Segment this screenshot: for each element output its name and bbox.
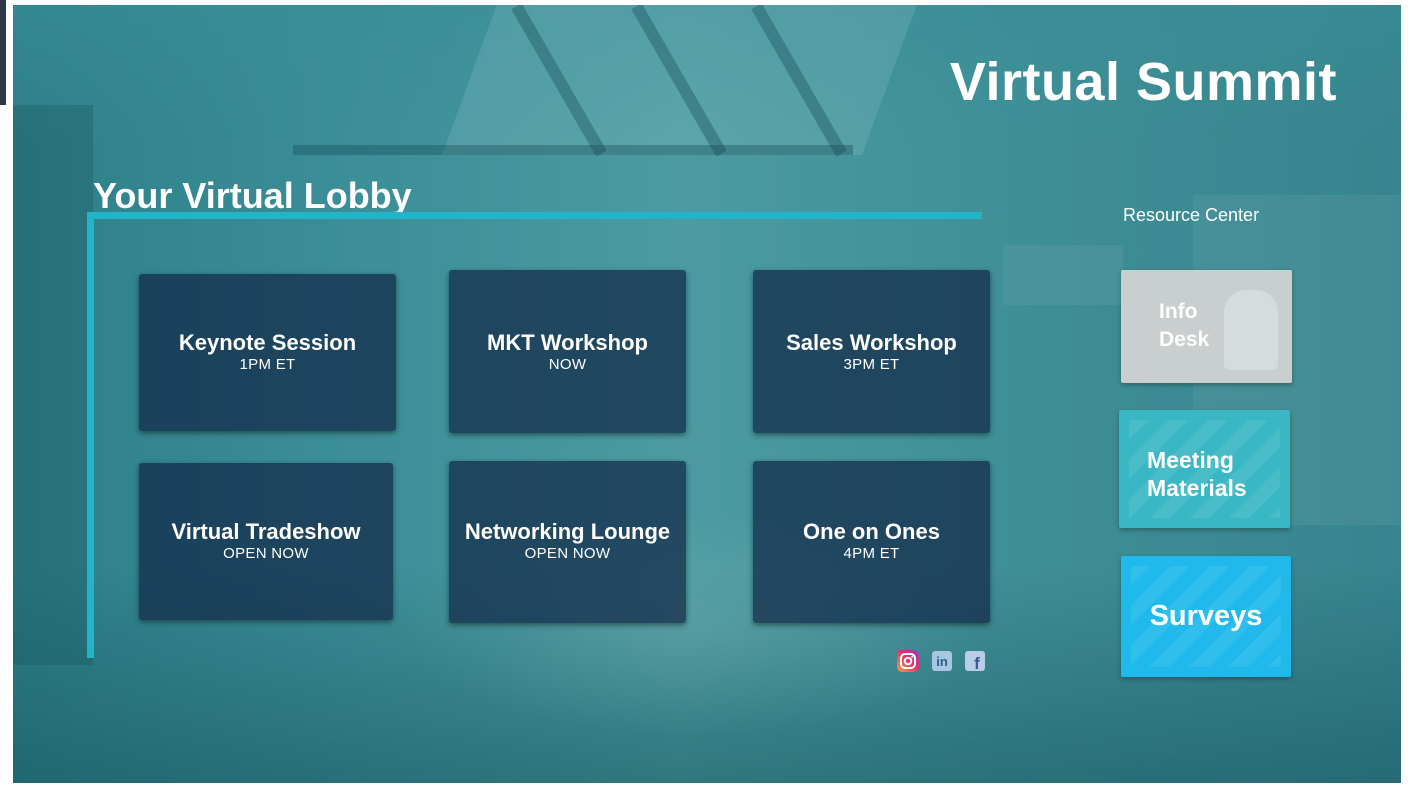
resource-center-heading: Resource Center [1123, 205, 1260, 225]
facebook-glyph: f [974, 654, 980, 672]
left-edge-bar [0, 0, 6, 105]
surveys-label: Surveys [1149, 600, 1263, 632]
ceiling-beam-decor [511, 5, 607, 157]
tile-status: NOW [548, 356, 587, 373]
tile-one-on-ones[interactable]: One on Ones 4PM ET [753, 461, 990, 623]
tile-status: 3PM ET [843, 356, 900, 373]
tile-networking-lounge[interactable]: Networking Lounge OPEN NOW [449, 461, 686, 623]
meeting-materials-label-line1: Meeting [1147, 447, 1234, 473]
tile-mkt-workshop[interactable]: MKT Workshop NOW [449, 270, 686, 433]
tile-status: 1PM ET [239, 356, 296, 373]
lobby-left-rule [87, 212, 94, 658]
tile-title: Virtual Tradeshow [171, 519, 361, 544]
ceiling-rail-decor [293, 145, 853, 155]
info-desk-label-line1: Info [1159, 300, 1198, 323]
tile-title: One on Ones [803, 519, 940, 544]
info-desk-label: Info Desk [1159, 298, 1209, 354]
tile-keynote-session[interactable]: Keynote Session 1PM ET [139, 274, 396, 431]
info-desk-photo [1224, 290, 1278, 370]
tile-sales-workshop[interactable]: Sales Workshop 3PM ET [753, 270, 990, 433]
ceiling-beam-decor [751, 5, 847, 157]
tile-status: OPEN NOW [524, 545, 611, 562]
tile-title: Keynote Session [178, 330, 357, 355]
tile-title: Networking Lounge [464, 519, 671, 544]
instagram-icon[interactable] [897, 650, 919, 672]
info-desk-button[interactable]: Info Desk [1121, 270, 1292, 383]
ceiling-beam-decor [631, 5, 727, 157]
skylight-decor [442, 5, 924, 155]
surveys-button[interactable]: Surveys [1121, 556, 1291, 677]
linkedin-glyph: in [936, 654, 948, 669]
page-title: Virtual Summit [949, 52, 1337, 112]
facebook-icon[interactable]: f [964, 650, 986, 672]
tile-virtual-tradeshow[interactable]: Virtual Tradeshow OPEN NOW [139, 463, 393, 620]
shelf-decor [1003, 245, 1123, 305]
lobby-title-underline [87, 212, 982, 219]
info-desk-label-line2: Desk [1159, 328, 1210, 351]
tile-status: OPEN NOW [223, 545, 309, 562]
tile-title: MKT Workshop [487, 330, 648, 355]
meeting-materials-button[interactable]: Meeting Materials [1119, 410, 1290, 528]
meeting-materials-label-line2: Materials [1147, 475, 1247, 501]
tile-status: 4PM ET [843, 545, 900, 562]
tile-title: Sales Workshop [786, 330, 957, 355]
meeting-materials-label: Meeting Materials [1147, 446, 1247, 502]
linkedin-icon[interactable]: in [931, 650, 953, 672]
virtual-lobby-stage: Virtual Summit Your Virtual Lobby Keynot… [13, 5, 1401, 783]
lobby-title: Your Virtual Lobby [93, 175, 412, 216]
left-wall-decor [13, 105, 93, 665]
